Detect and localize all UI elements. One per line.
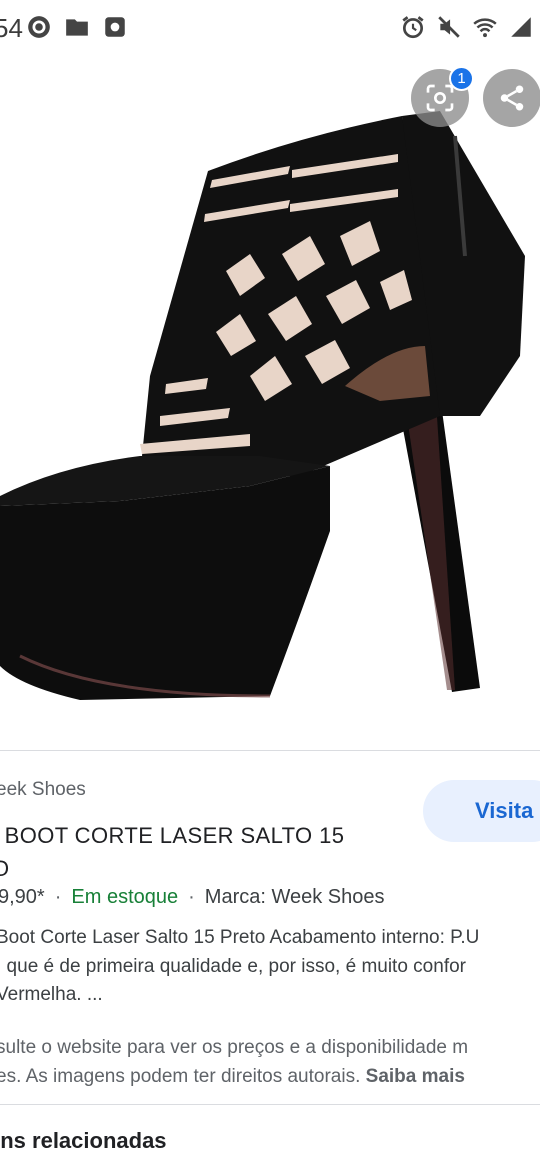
product-description: Boot Corte Laser Salto 15 Preto Acabamen… [0, 927, 480, 1005]
status-right-icons [400, 14, 534, 40]
related-images-heading: ens relacionadas [0, 1128, 167, 1153]
shoe-illustration [0, 111, 525, 700]
status-left-icons [26, 14, 128, 40]
separator: · [188, 886, 195, 908]
share-button[interactable] [483, 69, 540, 127]
status-bar: 54 [0, 0, 540, 56]
signal-icon [511, 17, 531, 37]
separator: · [54, 886, 62, 908]
divider [0, 750, 540, 751]
learn-more-link[interactable]: Saiba mais [366, 1066, 465, 1087]
lens-badge: 1 [449, 66, 474, 91]
status-time: 54 [0, 13, 23, 43]
price: 9,90* [0, 886, 45, 908]
alarm-icon [402, 16, 424, 39]
visit-button[interactable]: Visita [423, 780, 540, 842]
screenshot-icon [105, 17, 125, 37]
source-site[interactable]: eek Shoes [0, 779, 86, 801]
product-title[interactable]: | BOOT CORTE LASER SALTO 15 O [0, 819, 402, 885]
stock-status: Em estoque [71, 886, 179, 908]
price-row: 9,90* · Em estoque · Marca: Week Shoes [0, 886, 385, 909]
folder-icon [66, 19, 88, 36]
whatsapp-icon [28, 16, 50, 38]
disclaimer: sulte o website para ver os preços e a d… [0, 1034, 540, 1091]
wifi-icon [473, 18, 497, 38]
brand: Marca: Week Shoes [204, 886, 385, 908]
share-icon [500, 85, 524, 111]
mute-icon [438, 16, 460, 38]
divider [0, 1104, 540, 1105]
product-image[interactable] [0, 56, 540, 750]
